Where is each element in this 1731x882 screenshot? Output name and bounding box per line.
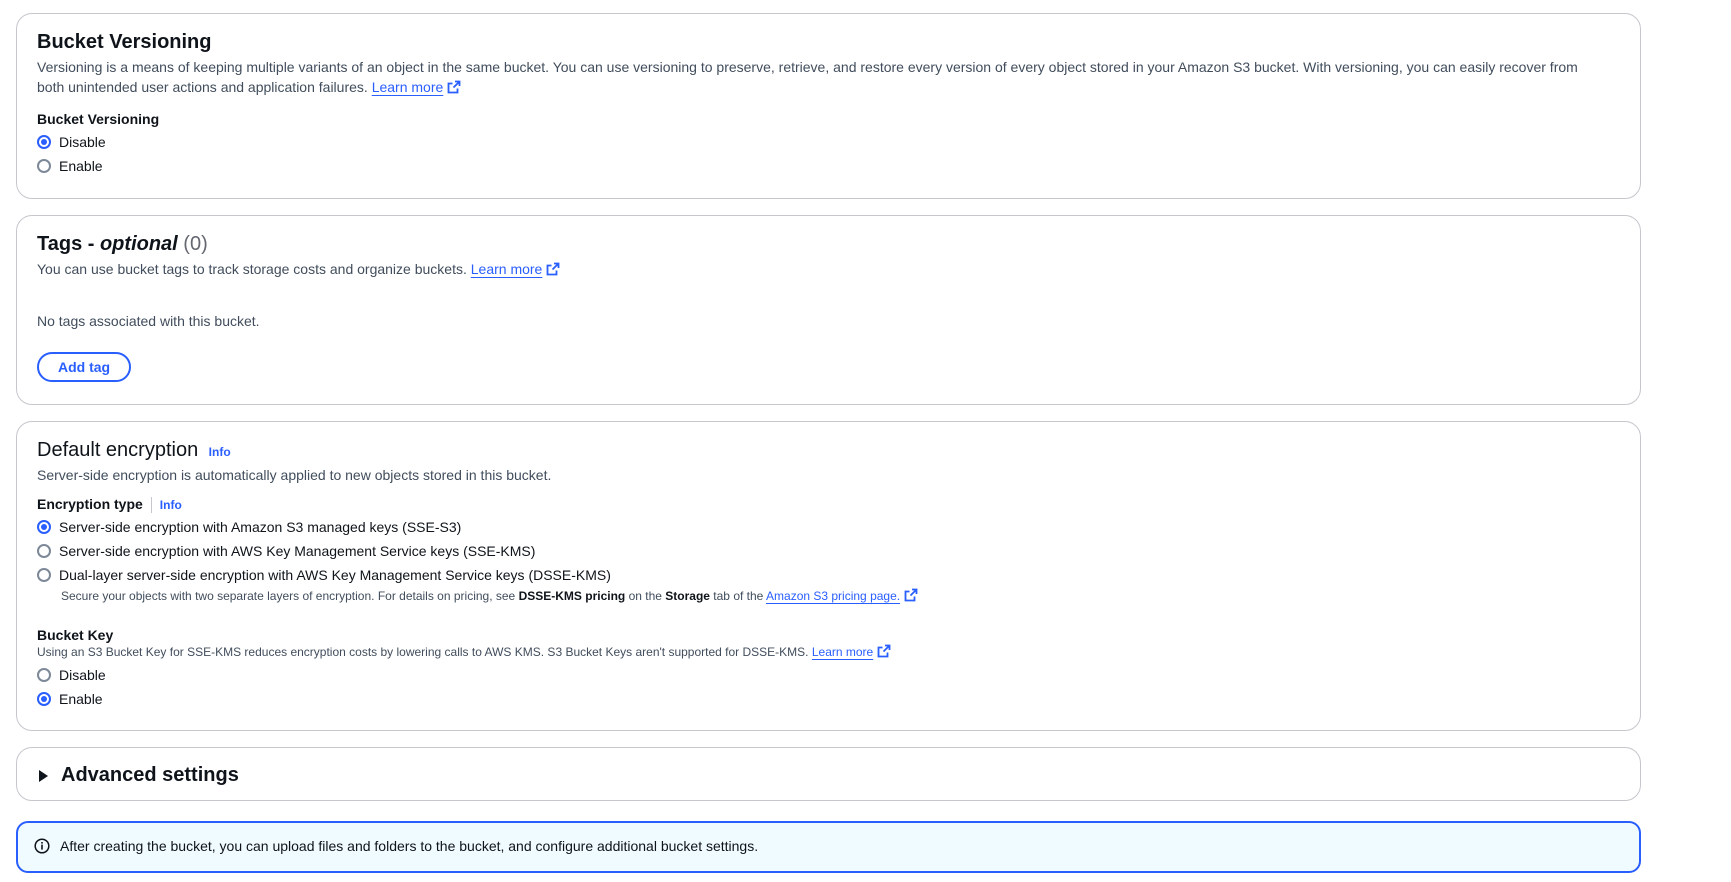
learn-more-label: Learn more bbox=[811, 645, 874, 659]
radio-label: Disable bbox=[59, 134, 106, 150]
encryption-type-label: Encryption type bbox=[37, 496, 143, 512]
tags-count: (0) bbox=[183, 233, 208, 255]
tags-title-optional: optional bbox=[99, 233, 178, 255]
radio-unselected-icon[interactable] bbox=[37, 568, 51, 582]
encryption-type-info-link[interactable]: Info bbox=[160, 498, 182, 512]
tags-panel: Tags - optional (0) You can use bucket t… bbox=[16, 215, 1641, 405]
default-encryption-panel: Default encryption Info Server-side encr… bbox=[16, 421, 1641, 731]
tags-title-prefix: Tags - bbox=[37, 233, 100, 255]
tags-learn-more-link[interactable]: Learn more bbox=[471, 261, 561, 277]
description-line-1: Versioning is a means of keeping multipl… bbox=[37, 59, 1578, 75]
radio-selected-icon[interactable] bbox=[37, 135, 51, 149]
dsse-kms-note: Secure your objects with two separate la… bbox=[61, 588, 918, 603]
tags-title: Tags - optional (0) bbox=[37, 233, 208, 256]
caret-right-icon bbox=[39, 769, 48, 782]
note-bold-storage: Storage bbox=[665, 589, 710, 603]
external-link-icon bbox=[447, 80, 461, 94]
radio-selected-icon[interactable] bbox=[37, 692, 51, 706]
learn-more-label: Learn more bbox=[371, 79, 444, 95]
encryption-sse-kms-radio[interactable]: Server-side encryption with AWS Key Mana… bbox=[37, 543, 535, 559]
bucket-key-desc-text: Using an S3 Bucket Key for SSE-KMS reduc… bbox=[37, 645, 809, 659]
bucket-key-learn-more-link[interactable]: Learn more bbox=[811, 644, 891, 659]
radio-unselected-icon[interactable] bbox=[37, 668, 51, 682]
s3-pricing-page-link[interactable]: Amazon S3 pricing page. bbox=[766, 588, 918, 603]
description-line-2: both unintended user actions and applica… bbox=[37, 77, 1578, 97]
radio-unselected-icon[interactable] bbox=[37, 159, 51, 173]
radio-label: Enable bbox=[59, 158, 103, 174]
add-tag-button[interactable]: Add tag bbox=[37, 352, 132, 382]
radio-label: Server-side encryption with AWS Key Mana… bbox=[59, 543, 536, 559]
external-link-icon bbox=[877, 644, 891, 658]
encryption-description: Server-side encryption is automatically … bbox=[37, 467, 552, 483]
note-bold-pricing: DSSE-KMS pricing bbox=[518, 589, 626, 603]
encryption-title: Default encryption bbox=[37, 439, 199, 461]
bucket-key-disable-radio[interactable]: Disable bbox=[37, 667, 106, 683]
encryption-header: Default encryption Info bbox=[37, 439, 231, 462]
note-text: tab of the bbox=[709, 589, 767, 603]
radio-label: Enable bbox=[59, 691, 103, 707]
radio-label: Dual-layer server-side encryption with A… bbox=[59, 567, 611, 583]
info-alert: After creating the bucket, you can uploa… bbox=[16, 821, 1641, 873]
encryption-dsse-kms-radio[interactable]: Dual-layer server-side encryption with A… bbox=[37, 567, 611, 583]
bucket-versioning-field-label: Bucket Versioning bbox=[37, 111, 160, 127]
bucket-key-description: Using an S3 Bucket Key for SSE-KMS reduc… bbox=[37, 644, 891, 659]
info-circle-icon bbox=[34, 838, 50, 854]
encryption-type-label-row: Encryption type Info bbox=[37, 496, 182, 514]
link-label: Amazon S3 pricing page. bbox=[766, 589, 901, 603]
external-link-icon bbox=[904, 588, 918, 602]
versioning-disable-radio[interactable]: Disable bbox=[37, 134, 106, 150]
radio-label: Server-side encryption with Amazon S3 ma… bbox=[59, 519, 462, 535]
radio-label: Disable bbox=[59, 667, 106, 683]
advanced-settings-header[interactable]: Advanced settings bbox=[37, 764, 239, 787]
bucket-versioning-panel: Bucket Versioning Versioning is a means … bbox=[16, 13, 1641, 199]
info-alert-text: After creating the bucket, you can uploa… bbox=[60, 838, 759, 854]
bucket-versioning-description: Versioning is a means of keeping multipl… bbox=[37, 57, 1578, 97]
advanced-settings-panel[interactable]: Advanced settings bbox=[16, 747, 1641, 801]
radio-selected-icon[interactable] bbox=[37, 520, 51, 534]
encryption-info-link[interactable]: Info bbox=[209, 445, 231, 459]
note-text: Secure your objects with two separate la… bbox=[61, 589, 519, 603]
tags-description-text: You can use bucket tags to track storage… bbox=[37, 261, 467, 277]
no-tags-text: No tags associated with this bucket. bbox=[37, 313, 260, 329]
radio-unselected-icon[interactable] bbox=[37, 544, 51, 558]
bucket-versioning-title: Bucket Versioning bbox=[37, 31, 212, 53]
note-text: on the bbox=[625, 589, 666, 603]
versioning-enable-radio[interactable]: Enable bbox=[37, 158, 103, 174]
learn-more-label: Learn more bbox=[470, 261, 543, 277]
description-text: both unintended user actions and applica… bbox=[37, 79, 368, 95]
versioning-learn-more-link[interactable]: Learn more bbox=[372, 79, 462, 95]
advanced-settings-title: Advanced settings bbox=[61, 764, 239, 786]
encryption-sse-s3-radio[interactable]: Server-side encryption with Amazon S3 ma… bbox=[37, 519, 461, 535]
divider bbox=[150, 496, 152, 513]
bucket-key-label: Bucket Key bbox=[37, 627, 114, 643]
external-link-icon bbox=[546, 262, 560, 276]
tags-description: You can use bucket tags to track storage… bbox=[37, 259, 560, 279]
bucket-key-enable-radio[interactable]: Enable bbox=[37, 691, 103, 707]
